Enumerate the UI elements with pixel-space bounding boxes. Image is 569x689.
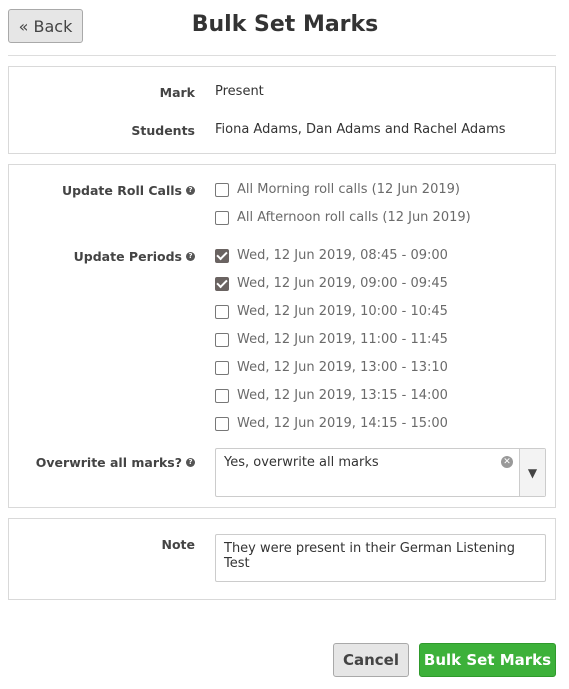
roll-call-option-morning[interactable]: All Morning roll calls (12 Jun 2019) [215,182,460,197]
period-label: Wed, 12 Jun 2019, 11:00 - 11:45 [237,332,448,347]
period-option[interactable]: Wed, 12 Jun 2019, 13:00 - 13:10 [215,360,448,375]
period-label: Wed, 12 Jun 2019, 14:15 - 15:00 [237,416,448,431]
overwrite-select[interactable]: Yes, overwrite all marks ✕ ▼ [215,448,546,497]
period-option[interactable]: Wed, 12 Jun 2019, 10:00 - 10:45 [215,304,448,319]
cancel-button[interactable]: Cancel [333,643,409,677]
roll-call-label: All Morning roll calls (12 Jun 2019) [237,182,460,197]
clear-icon[interactable]: ✕ [501,456,513,468]
checkbox-checked[interactable] [215,276,229,291]
checkbox[interactable] [215,182,229,197]
help-icon[interactable]: ? [186,251,195,261]
update-periods-label: Update Periods ? [9,247,195,265]
period-label: Wed, 12 Jun 2019, 08:45 - 09:00 [237,248,448,263]
overwrite-label: Overwrite all marks? ? [9,453,195,471]
period-label: Wed, 12 Jun 2019, 09:00 - 09:45 [237,276,448,291]
page-title: Bulk Set Marks [191,12,379,37]
chevron-down-icon[interactable]: ▼ [519,449,545,496]
checkbox-checked[interactable] [215,248,229,263]
help-icon[interactable]: ? [186,185,195,195]
note-label: Note [161,536,195,552]
period-option[interactable]: Wed, 12 Jun 2019, 14:15 - 15:00 [215,416,448,431]
period-label: Wed, 12 Jun 2019, 13:15 - 14:00 [237,388,448,403]
checkbox[interactable] [215,360,229,375]
title-divider [8,55,556,56]
students-label: Students [131,122,195,138]
checkbox[interactable] [215,388,229,403]
checkbox[interactable] [215,304,229,319]
period-option[interactable]: Wed, 12 Jun 2019, 13:15 - 14:00 [215,388,448,403]
overwrite-select-value: Yes, overwrite all marks [224,455,379,470]
roll-call-label: All Afternoon roll calls (12 Jun 2019) [237,210,471,225]
update-roll-calls-label: Update Roll Calls ? [9,181,195,199]
period-label: Wed, 12 Jun 2019, 13:00 - 13:10 [237,360,448,375]
checkbox[interactable] [215,210,229,225]
period-label: Wed, 12 Jun 2019, 10:00 - 10:45 [237,304,448,319]
checkbox[interactable] [215,332,229,347]
mark-label: Mark [159,84,195,100]
period-option[interactable]: Wed, 12 Jun 2019, 11:00 - 11:45 [215,332,448,347]
students-value: Fiona Adams, Dan Adams and Rachel Adams [215,122,506,137]
summary-panel: Mark Present Students Fiona Adams, Dan A… [8,66,556,154]
period-option[interactable]: Wed, 12 Jun 2019, 09:00 - 09:45 [215,276,448,291]
mark-value: Present [215,84,264,99]
help-icon[interactable]: ? [186,457,195,467]
period-option[interactable]: Wed, 12 Jun 2019, 08:45 - 09:00 [215,248,448,263]
bulk-set-marks-button[interactable]: Bulk Set Marks [419,643,556,677]
note-panel: Note They were present in their German L… [8,518,556,600]
update-panel: Update Roll Calls ? All Morning roll cal… [8,164,556,508]
note-textarea[interactable]: They were present in their German Listen… [215,534,546,582]
roll-call-option-afternoon[interactable]: All Afternoon roll calls (12 Jun 2019) [215,210,471,225]
checkbox[interactable] [215,416,229,431]
